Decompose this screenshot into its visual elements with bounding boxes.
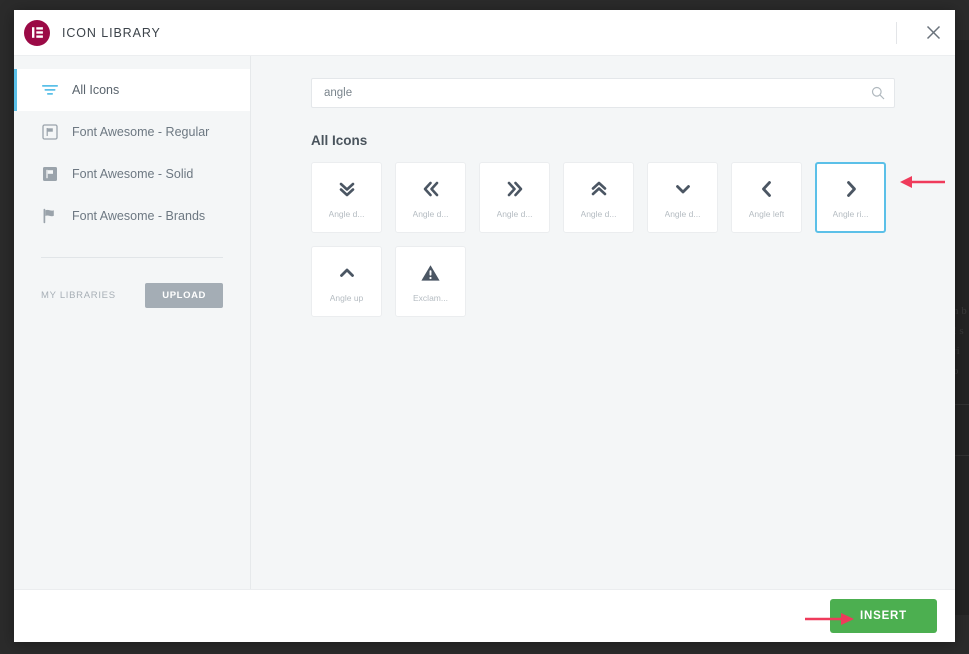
flag-solid-icon — [41, 166, 58, 183]
icon-card-label: Angle d... — [496, 209, 533, 219]
icon-card-label: Exclam... — [413, 293, 448, 303]
background-text-fragment: o — [953, 365, 959, 377]
icon-card-label: Angle up — [329, 293, 364, 303]
upload-button[interactable]: UPLOAD — [145, 283, 223, 308]
angle-double-right-icon — [505, 176, 525, 202]
angle-double-up-icon — [589, 176, 609, 202]
header-actions — [896, 10, 955, 55]
icon-card-label: Angle left — [748, 209, 785, 219]
icon-card-angle-down[interactable]: Angle d... — [647, 162, 718, 233]
icon-library-modal: ICON LIBRARY All Icons Font Awesome - Re… — [14, 10, 955, 642]
icon-card-angle-right[interactable]: Angle ri... — [815, 162, 886, 233]
flag-brands-icon — [41, 208, 58, 225]
my-libraries-row: MY LIBRARIES UPLOAD — [14, 258, 250, 308]
header-divider — [896, 21, 897, 44]
sidebar-item-label: Font Awesome - Regular — [72, 125, 210, 139]
modal-header: ICON LIBRARY — [14, 10, 955, 55]
background-divider — [953, 404, 969, 405]
exclamation-triangle-icon — [420, 260, 441, 286]
section-title: All Icons — [311, 133, 368, 148]
flag-regular-icon — [41, 124, 58, 141]
insert-button[interactable]: INSERT — [830, 599, 937, 633]
sidebar-item-label: Font Awesome - Brands — [72, 209, 206, 223]
background-text-fragment: ri — [953, 345, 960, 357]
background-text-fragment: ! s — [953, 325, 964, 337]
icon-card-angle-up[interactable]: Angle up — [311, 246, 382, 317]
search-bar — [311, 78, 895, 108]
icon-card-label: Angle d... — [412, 209, 449, 219]
icon-card-label: Angle d... — [328, 209, 365, 219]
sidebar-item-font-awesome-brands[interactable]: Font Awesome - Brands — [14, 195, 250, 237]
angle-down-icon — [673, 176, 693, 202]
background-text-fragment: n b — [953, 305, 967, 317]
icon-card-angle-double-left[interactable]: Angle d... — [395, 162, 466, 233]
sidebar-item-label: All Icons — [72, 83, 120, 97]
sidebar-item-font-awesome-regular[interactable]: Font Awesome - Regular — [14, 111, 250, 153]
icon-card-angle-left[interactable]: Angle left — [731, 162, 802, 233]
icon-card-angle-double-up[interactable]: Angle d... — [563, 162, 634, 233]
sidebar: All Icons Font Awesome - Regular Font Aw… — [14, 56, 251, 589]
angle-right-icon — [841, 176, 861, 202]
icon-card-angle-double-down[interactable]: Angle d... — [311, 162, 382, 233]
sidebar-item-font-awesome-solid[interactable]: Font Awesome - Solid — [14, 153, 250, 195]
background-divider — [953, 455, 969, 456]
search-input[interactable] — [311, 78, 895, 108]
icon-grid: Angle d... Angle d... Angle d... Angle d… — [311, 162, 911, 317]
icon-card-angle-double-right[interactable]: Angle d... — [479, 162, 550, 233]
sidebar-item-label: Font Awesome - Solid — [72, 167, 194, 181]
angle-double-down-icon — [337, 176, 357, 202]
page-title: ICON LIBRARY — [62, 25, 161, 40]
elementor-logo-icon — [24, 19, 50, 46]
angle-up-icon — [337, 260, 357, 286]
close-icon[interactable] — [911, 10, 955, 55]
icon-card-label: Angle d... — [580, 209, 617, 219]
icon-card-label: Angle d... — [664, 209, 701, 219]
sidebar-item-all-icons[interactable]: All Icons — [14, 69, 250, 111]
angle-double-left-icon — [421, 176, 441, 202]
filter-lines-icon — [41, 82, 58, 99]
icon-card-exclamation-triangle[interactable]: Exclam... — [395, 246, 466, 317]
content-panel: All Icons Angle d... — [251, 56, 955, 589]
my-libraries-label: MY LIBRARIES — [41, 290, 116, 301]
icon-card-label: Angle ri... — [832, 209, 869, 219]
modal-body: All Icons Font Awesome - Regular Font Aw… — [14, 55, 955, 589]
modal-footer: INSERT — [14, 589, 955, 642]
angle-left-icon — [757, 176, 777, 202]
